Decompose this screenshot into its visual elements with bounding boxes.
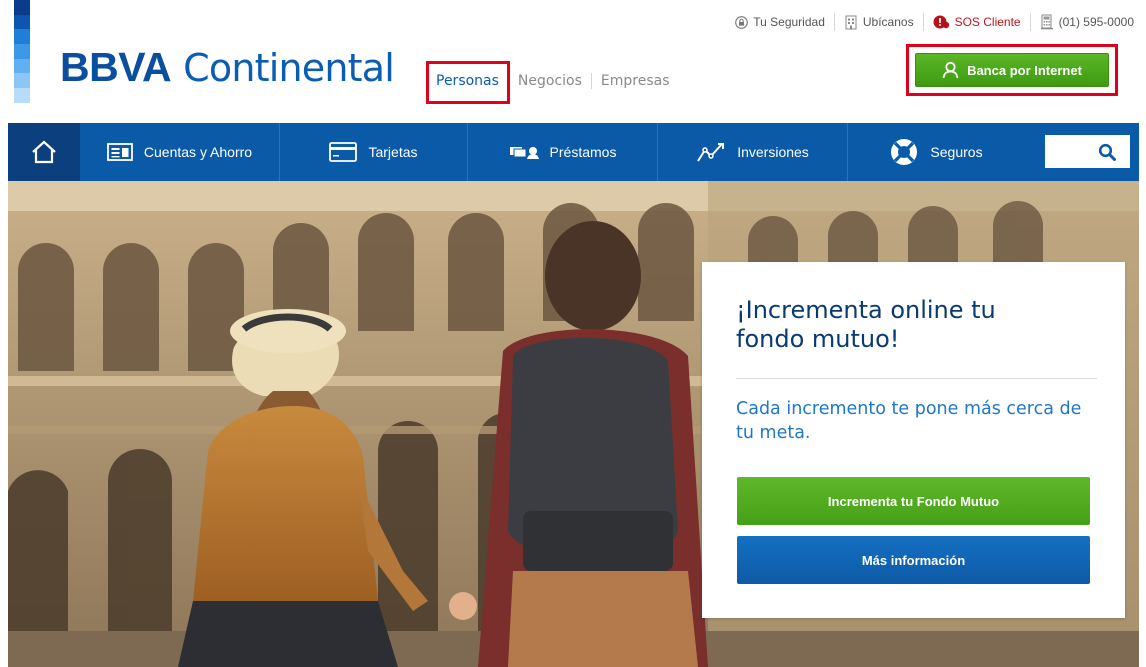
logo-light-text: Continental: [183, 46, 395, 90]
incrementa-fondo-mutuo-button[interactable]: Incrementa tu Fondo Mutuo: [737, 477, 1090, 525]
nav-item-tarjetas-label: Tarjetas: [368, 144, 418, 160]
nav-item-cuentas-label: Cuentas y Ahorro: [143, 144, 253, 160]
nav-item-seguros-label: Seguros: [930, 144, 983, 160]
card-icon: [329, 142, 358, 162]
banca-highlight-box: Banca por Internet: [906, 44, 1118, 96]
shield-lock-icon: [735, 15, 749, 29]
home-icon: [31, 140, 57, 164]
chart-line-icon: [696, 141, 726, 163]
nav-item-inversiones[interactable]: Inversiones: [658, 123, 848, 181]
utility-phone-label: (01) 595-0000: [1058, 15, 1134, 29]
nav-item-inversiones-label: Inversiones: [737, 144, 809, 160]
bbva-logo[interactable]: BBVA Continental: [60, 44, 395, 94]
utility-security-link[interactable]: Tu Seguridad: [726, 13, 834, 31]
banca-label: Banca por Internet: [967, 62, 1082, 78]
promo-divider: [736, 378, 1097, 379]
nav-home-button[interactable]: [8, 123, 80, 181]
segment-negocios[interactable]: Negocios: [507, 73, 591, 89]
utility-security-label: Tu Seguridad: [753, 15, 825, 29]
user-icon: [942, 61, 959, 79]
utility-phone-link[interactable]: (01) 595-0000: [1029, 13, 1134, 31]
alert-icon: [933, 15, 950, 29]
utility-locations-label: Ubícanos: [862, 15, 914, 29]
segment-empresas[interactable]: Empresas: [590, 73, 679, 89]
utility-locations-link[interactable]: Ubícanos: [833, 13, 923, 31]
promo-subtitle: Cada incremento te pone más cerca de tu …: [736, 399, 1082, 443]
logo-bold-text: BBVA: [60, 44, 172, 90]
nav-item-prestamos[interactable]: Préstamos: [468, 123, 658, 181]
promo-title: ¡Incrementa online tu fondo mutuo!: [736, 296, 996, 353]
bbva-home-page: BBVA Continental Personas Negocios Empre…: [0, 0, 1146, 667]
account-icon: [107, 143, 133, 161]
building-icon: [844, 15, 858, 30]
phone-building-icon: [1040, 14, 1054, 30]
nav-search-box[interactable]: [1045, 135, 1130, 168]
nav-item-seguros[interactable]: Seguros: [848, 123, 1024, 181]
search-icon: [1098, 143, 1116, 161]
mas-informacion-button[interactable]: Más información: [737, 536, 1090, 584]
utility-links: Tu Seguridad Ubícanos SOS Cliente (01) 5…: [726, 13, 1134, 31]
hero-banner: ¡Incrementa online tu fondo mutuo! Cada …: [8, 181, 1139, 667]
nav-item-prestamos-label: Préstamos: [549, 144, 617, 160]
utility-sos-label: SOS Cliente: [954, 15, 1021, 29]
banca-por-internet-button[interactable]: Banca por Internet: [915, 53, 1109, 87]
money-icon: [509, 144, 539, 160]
utility-sos-link[interactable]: SOS Cliente: [922, 13, 1030, 31]
personas-highlight-box: [426, 61, 510, 104]
brand-stripe: [14, 0, 30, 103]
lifebuoy-icon: [889, 137, 919, 167]
main-nav: Cuentas y Ahorro Tarjetas Préstamos Inve…: [8, 123, 1139, 181]
nav-item-cuentas[interactable]: Cuentas y Ahorro: [80, 123, 280, 181]
promo-card: ¡Incrementa online tu fondo mutuo! Cada …: [702, 262, 1125, 618]
nav-item-tarjetas[interactable]: Tarjetas: [280, 123, 468, 181]
